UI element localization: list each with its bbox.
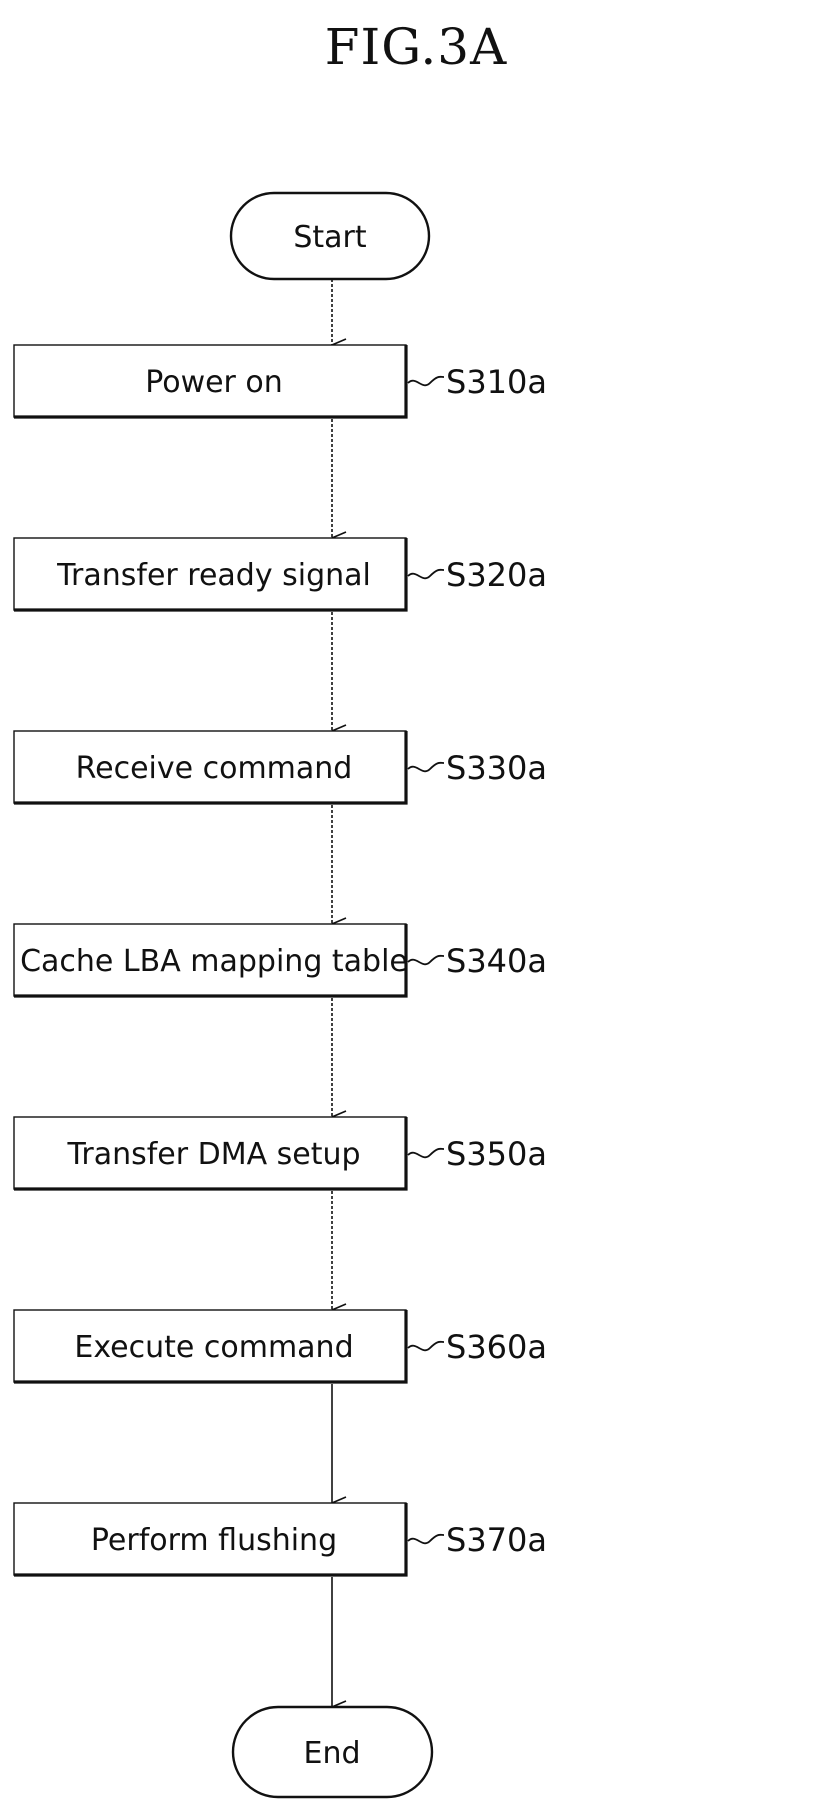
step-reference: S370a [446,1521,547,1559]
process-step: Cache LBA mapping table S340a [13,923,547,998]
end-terminal: End [231,1705,434,1799]
step-label: Receive command [76,751,353,786]
leader-line-icon [407,375,445,387]
leader-line-icon [407,1147,445,1159]
leader-line-icon [407,1533,445,1545]
flowchart: Start Power on S310a Transfer ready signal… [13,191,547,1799]
process-step: Execute command S360a [13,1309,547,1384]
step-label: Cache LBA mapping table [20,944,408,979]
step-reference: S330a [446,749,547,787]
step-label: Perform flushing [91,1523,337,1558]
step-reference: S320a [446,556,547,594]
step-label: Power on [145,365,283,400]
step-reference: S340a [446,942,547,980]
leader-line-icon [407,1340,445,1352]
leader-line-icon [407,954,445,966]
process-step: Transfer DMA setup S350a [13,1116,547,1191]
process-step: Power on S310a [13,344,547,419]
process-step: Perform flushing S370a [13,1502,547,1577]
step-label: Transfer ready signal [56,558,371,593]
leader-line-icon [407,761,445,773]
step-reference: S350a [446,1135,547,1173]
step-label: Transfer DMA setup [66,1137,360,1172]
start-terminal: Start [229,191,431,281]
start-label: Start [293,220,367,255]
process-step: Receive command S330a [13,730,547,805]
step-label: Execute command [74,1330,353,1365]
process-step: Transfer ready signal S320a [13,537,547,612]
end-label: End [303,1736,360,1771]
leader-line-icon [407,568,445,580]
step-reference: S360a [446,1328,547,1366]
step-reference: S310a [446,363,547,401]
